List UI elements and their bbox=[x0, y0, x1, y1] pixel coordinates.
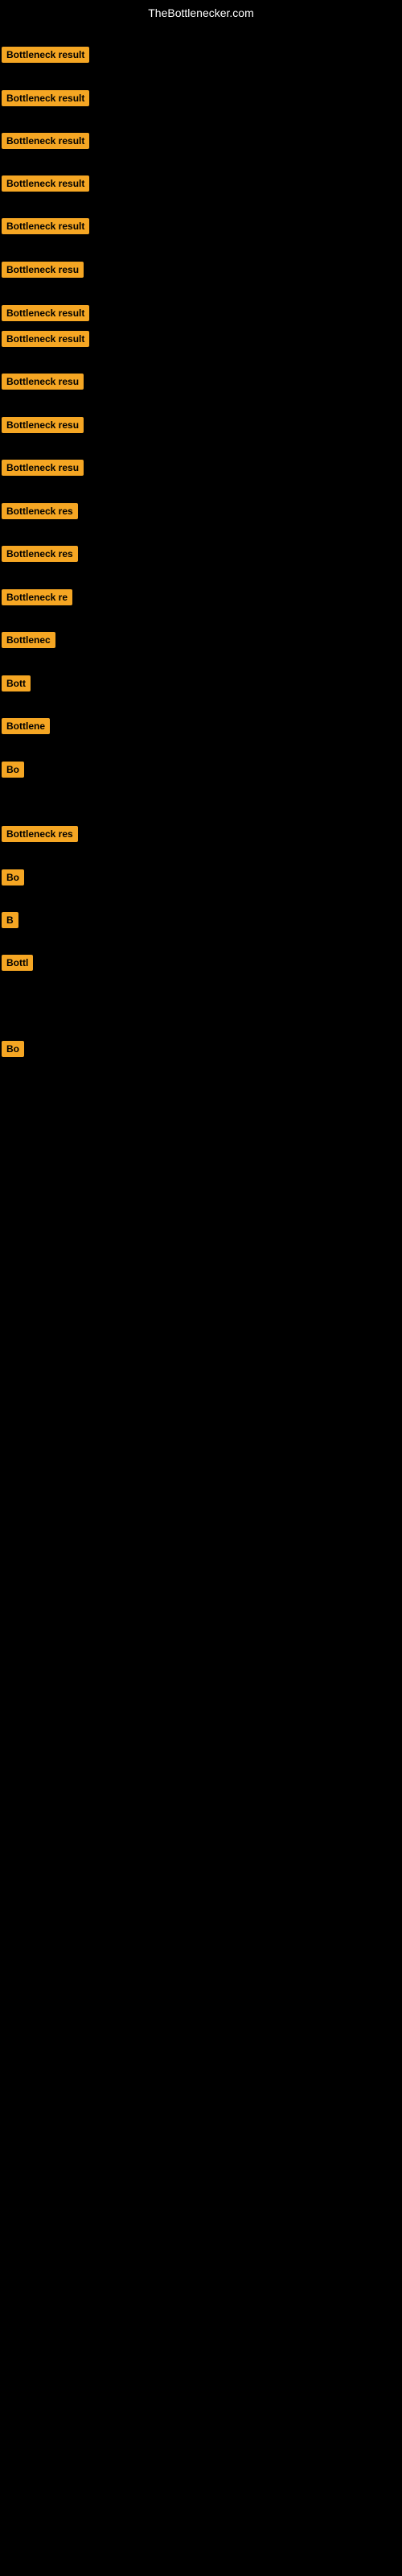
badge-21: B bbox=[2, 912, 18, 928]
badge-4: Bottleneck result bbox=[2, 175, 89, 192]
badge-5: Bottleneck result bbox=[2, 218, 89, 234]
badge-2: Bottleneck result bbox=[2, 90, 89, 106]
badge-20: Bo bbox=[2, 869, 24, 886]
badge-10: Bottleneck resu bbox=[2, 417, 84, 433]
badge-17: Bottlene bbox=[2, 718, 50, 734]
badge-8: Bottleneck result bbox=[2, 331, 89, 347]
badge-7: Bottleneck result bbox=[2, 305, 89, 321]
badge-12: Bottleneck res bbox=[2, 503, 78, 519]
badge-22: Bottl bbox=[2, 955, 33, 971]
badge-23: Bo bbox=[2, 1041, 24, 1057]
badge-3: Bottleneck result bbox=[2, 133, 89, 149]
badge-14: Bottleneck re bbox=[2, 589, 72, 605]
site-title: TheBottlenecker.com bbox=[148, 6, 254, 19]
badge-11: Bottleneck resu bbox=[2, 460, 84, 476]
badge-16: Bott bbox=[2, 675, 31, 691]
badge-13: Bottleneck res bbox=[2, 546, 78, 562]
badge-19: Bottleneck res bbox=[2, 826, 78, 842]
badge-18: Bo bbox=[2, 762, 24, 778]
badge-6: Bottleneck resu bbox=[2, 262, 84, 278]
badge-1: Bottleneck result bbox=[2, 47, 89, 63]
badge-15: Bottlenec bbox=[2, 632, 55, 648]
badge-9: Bottleneck resu bbox=[2, 374, 84, 390]
